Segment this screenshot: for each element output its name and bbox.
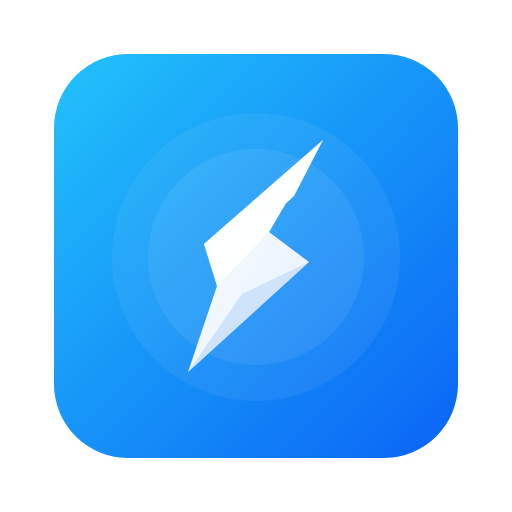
app-icon[interactable]	[54, 54, 458, 458]
app-icon-graphic	[54, 54, 458, 458]
canvas	[0, 0, 512, 512]
